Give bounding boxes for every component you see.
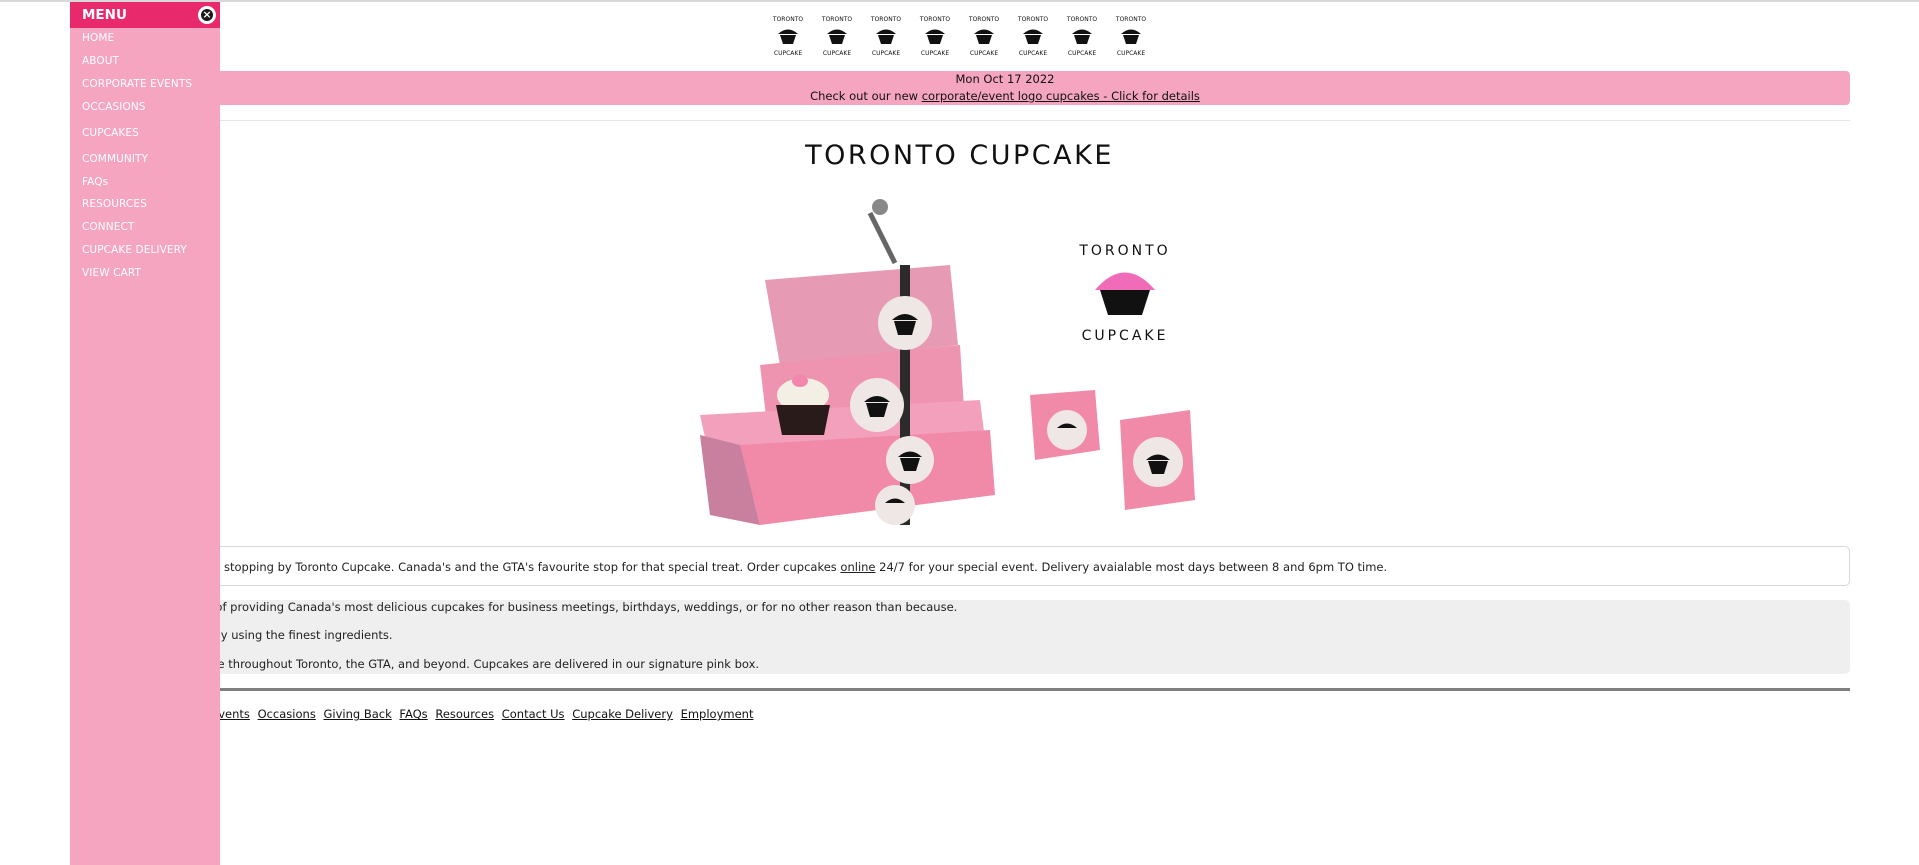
toronto-cupcake-logo: TORONTO CUPCAKE bbox=[862, 12, 911, 60]
hero-image: TORONTO CUPCAKE bbox=[700, 195, 1220, 530]
menu-item-connect[interactable]: CONNECT bbox=[82, 221, 134, 233]
toronto-cupcake-logo: TORONTO CUPCAKE bbox=[1107, 12, 1156, 60]
close-icon[interactable]: × bbox=[198, 6, 216, 24]
welcome-text: stopping by Toronto Cupcake. Canada's an… bbox=[224, 560, 837, 574]
svg-text:CUPCAKE: CUPCAKE bbox=[970, 50, 998, 57]
footer-link-occasions[interactable]: Occasions bbox=[258, 707, 316, 721]
menu-title: MENU bbox=[82, 7, 127, 23]
toronto-cupcake-logo: TORONTO CUPCAKE bbox=[764, 12, 813, 60]
logo-strip[interactable]: TORONTO CUPCAKE TORONTO CUPCAKE TORONTO CUP… bbox=[764, 12, 1156, 60]
menu-item-community[interactable]: COMMUNITY bbox=[82, 153, 148, 165]
menu-item-view-cart[interactable]: VIEW CART bbox=[82, 267, 141, 279]
menu-item-resources[interactable]: RESOURCES bbox=[82, 198, 147, 210]
menu-item-corporate-events[interactable]: CORPORATE EVENTS bbox=[82, 78, 192, 90]
svg-text:TORONTO: TORONTO bbox=[821, 16, 852, 23]
footer-links: p Events Occasions Giving Back FAQs Reso… bbox=[200, 707, 757, 721]
toronto-cupcake-logo: TORONTO CUPCAKE bbox=[1058, 12, 1107, 60]
svg-text:TORONTO: TORONTO bbox=[919, 16, 950, 23]
svg-text:CUPCAKE: CUPCAKE bbox=[823, 50, 851, 57]
svg-text:TORONTO: TORONTO bbox=[1115, 16, 1146, 23]
welcome-panel: stopping by Toronto Cupcake. Canada's an… bbox=[160, 546, 1850, 586]
svg-text:TORONTO: TORONTO bbox=[1078, 243, 1170, 259]
svg-text:CUPCAKE: CUPCAKE bbox=[1019, 50, 1047, 57]
footer-divider bbox=[160, 688, 1850, 691]
footer-link-faqs[interactable]: FAQs bbox=[399, 707, 427, 721]
menu-item-occasions[interactable]: OCCASIONS bbox=[82, 101, 146, 113]
announcement-date: Mon Oct 17 2022 bbox=[955, 72, 1055, 86]
announcement-banner: Mon Oct 17 2022 Check out our new corpor… bbox=[160, 71, 1850, 105]
svg-text:TORONTO: TORONTO bbox=[870, 16, 901, 23]
menu-item-about[interactable]: ABOUT bbox=[82, 55, 119, 67]
svg-text:TORONTO: TORONTO bbox=[772, 16, 803, 23]
svg-text:CUPCAKE: CUPCAKE bbox=[1068, 50, 1096, 57]
footer-link-contact[interactable]: Contact Us bbox=[502, 707, 565, 721]
announcement-link[interactable]: corporate/event logo cupcakes - Click fo… bbox=[922, 89, 1200, 103]
top-border bbox=[0, 0, 1919, 2]
menu-item-cupcakes[interactable]: CUPCAKES bbox=[82, 127, 139, 139]
features-panel: ar of providing Canada's most delicious … bbox=[160, 600, 1850, 674]
svg-text:CUPCAKE: CUPCAKE bbox=[921, 50, 949, 57]
feature-line: able throughout Toronto, the GTA, and be… bbox=[200, 657, 760, 671]
menu-item-faqs[interactable]: FAQs bbox=[82, 176, 108, 188]
toronto-cupcake-logo: TORONTO CUPCAKE bbox=[960, 12, 1009, 60]
svg-text:CUPCAKE: CUPCAKE bbox=[1117, 50, 1145, 57]
welcome-text-after: 24/7 for your special event. Delivery av… bbox=[879, 560, 1388, 574]
toronto-cupcake-logo: TORONTO CUPCAKE bbox=[1009, 12, 1058, 60]
menu-item-cupcake-delivery[interactable]: CUPCAKE DELIVERY bbox=[82, 244, 187, 256]
divider bbox=[160, 120, 1850, 121]
feature-line: daily using the finest ingredients. bbox=[200, 628, 393, 642]
order-online-link[interactable]: online bbox=[840, 560, 875, 574]
svg-text:TORONTO: TORONTO bbox=[968, 16, 999, 23]
menu-item-home[interactable]: HOME bbox=[82, 32, 114, 44]
svg-text:TORONTO: TORONTO bbox=[1066, 16, 1097, 23]
footer-link-resources[interactable]: Resources bbox=[435, 707, 494, 721]
svg-text:CUPCAKE: CUPCAKE bbox=[872, 50, 900, 57]
svg-text:CUPCAKE: CUPCAKE bbox=[1082, 328, 1169, 344]
svg-text:CUPCAKE: CUPCAKE bbox=[774, 50, 802, 57]
announcement-text: Check out our new bbox=[810, 89, 919, 103]
sidebar-menu: MENU × HOME ABOUT CORPORATE EVENTS OCCAS… bbox=[70, 2, 220, 865]
toronto-cupcake-logo: TORONTO CUPCAKE bbox=[813, 12, 862, 60]
page-title: TORONTO CUPCAKE bbox=[805, 140, 1114, 171]
feature-line: ar of providing Canada's most delicious … bbox=[200, 600, 958, 614]
toronto-cupcake-logo: TORONTO CUPCAKE bbox=[911, 12, 960, 60]
menu-header: MENU × bbox=[70, 2, 220, 28]
footer-link-giving-back[interactable]: Giving Back bbox=[323, 707, 391, 721]
svg-text:TORONTO: TORONTO bbox=[1017, 16, 1048, 23]
footer-link-cupcake-delivery[interactable]: Cupcake Delivery bbox=[572, 707, 673, 721]
footer-link-employment[interactable]: Employment bbox=[681, 707, 754, 721]
